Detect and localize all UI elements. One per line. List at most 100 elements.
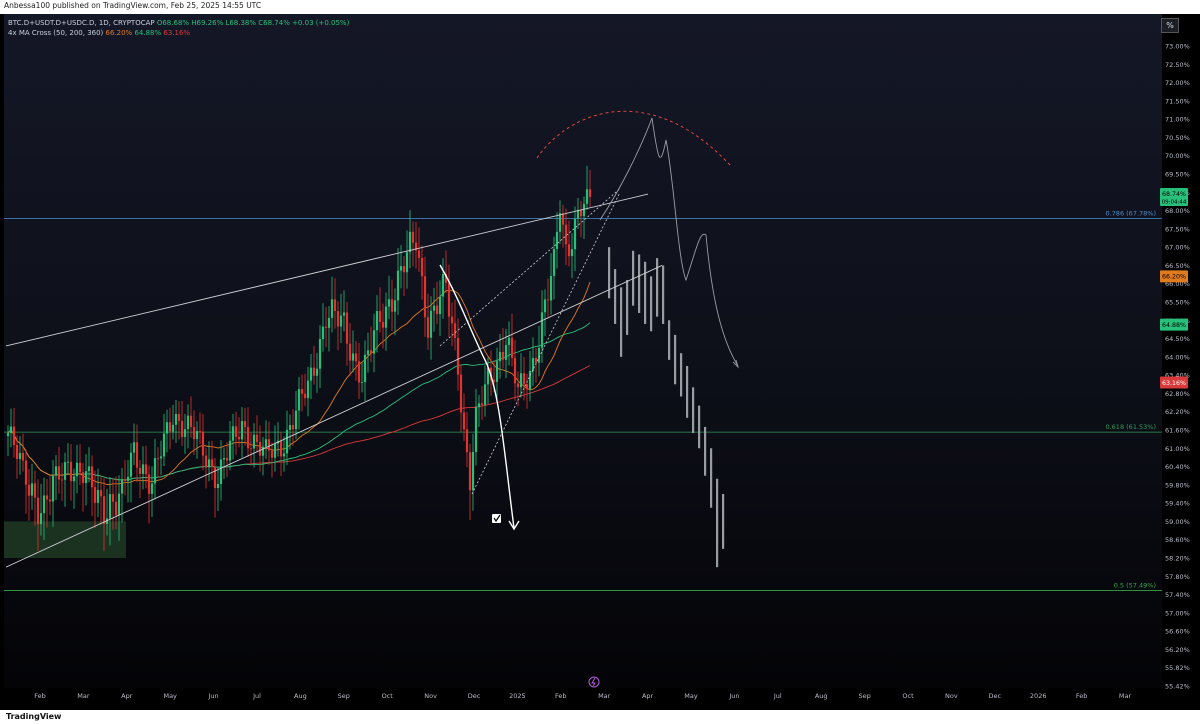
candle-body: [45, 495, 49, 500]
candle-body: [132, 442, 136, 453]
candle-body: [72, 476, 76, 482]
candle-body: [153, 458, 157, 484]
ohlc-values: O68.68% H69.26% L68.38% C68.74% +0.03 (+…: [156, 19, 350, 27]
x-tick-label: Mar: [77, 692, 90, 700]
candle-body: [411, 231, 415, 243]
candle-body: [366, 350, 370, 355]
price-chart[interactable]: 73.00% 72.50% 72.00% 71.50% 71.00% 70.50% 70.0…: [0, 0, 1200, 724]
candle-body: [207, 459, 211, 468]
candle-body: [159, 456, 163, 459]
candle-body: [540, 312, 544, 348]
candle-body: [231, 426, 235, 441]
projection-bar: [638, 254, 641, 313]
projection-bar: [668, 320, 671, 360]
candle-body: [189, 415, 193, 427]
candle-body: [108, 494, 112, 519]
candle-body: [315, 368, 319, 376]
candle-body: [255, 434, 259, 442]
candle-body: [93, 487, 97, 503]
candle-body: [321, 326, 325, 340]
y-tick-label: 58.60%: [1165, 536, 1190, 544]
y-tick-label: 71.50%: [1165, 97, 1190, 105]
candle-body: [384, 306, 388, 328]
x-tick-label: Sep: [338, 692, 350, 700]
candle-body: [252, 434, 256, 449]
fib-level-label: 0.618 (61.53%): [1105, 423, 1156, 431]
candle-body: [291, 425, 295, 430]
candle-body: [210, 459, 214, 468]
candle-body: [351, 353, 355, 361]
channel-line-lower: [471, 192, 621, 495]
candle-body: [87, 466, 91, 472]
x-tick-label: Apr: [121, 692, 133, 700]
candle-body: [369, 350, 373, 354]
x-tick-label: Aug: [815, 692, 828, 700]
candle-body: [270, 450, 274, 458]
candle-body: [447, 282, 451, 317]
candle-body: [99, 490, 103, 497]
candle-body: [354, 353, 358, 362]
candle-body: [273, 443, 277, 458]
candle-body: [30, 483, 34, 496]
fib-level-label: 0.5 (57.49%): [1114, 581, 1156, 589]
candle-body: [18, 452, 22, 460]
y-tick-label: 71.00%: [1165, 116, 1190, 124]
candle-body: [372, 330, 376, 354]
candle-body: [510, 337, 514, 358]
candle-body: [261, 446, 265, 456]
upper-trendline: [5, 193, 649, 347]
candle-body: [285, 429, 289, 454]
candle-body: [114, 501, 118, 516]
chart-legend: BTC.D+USDT.D+USDC.D, 1D, CRYPTOCAP O68.6…: [8, 18, 349, 38]
candle-body: [27, 484, 31, 496]
forecast-arrow: [439, 264, 515, 529]
x-tick-label: Mar: [598, 692, 611, 700]
y-tick-label: 59.80%: [1165, 481, 1190, 489]
last-price-value: 68.74%: [1162, 191, 1186, 198]
candle-body: [294, 410, 298, 430]
candle-body: [39, 513, 43, 525]
candle-body: [180, 420, 184, 437]
y-tick-label: 57.80%: [1165, 573, 1190, 581]
y-tick-label: 72.50%: [1165, 61, 1190, 69]
y-tick-label: 58.20%: [1165, 555, 1190, 563]
candle-body: [63, 462, 67, 480]
indicator-label[interactable]: 4x MA Cross (50, 200, 360): [8, 29, 103, 37]
candle-body: [48, 499, 52, 502]
candle-body: [102, 496, 106, 524]
x-tick-label: Nov: [945, 692, 958, 700]
candle-body: [243, 421, 247, 428]
candle-body: [177, 414, 181, 421]
candle-body: [126, 476, 130, 481]
percent-scale-button[interactable]: %: [1161, 18, 1179, 33]
y-tick-label: 65.50%: [1165, 299, 1190, 307]
projection-bar: [716, 478, 719, 568]
candle-body: [399, 266, 403, 271]
candle-body: [387, 299, 391, 307]
candle-body: [36, 497, 40, 525]
candle-body: [417, 250, 421, 258]
candle-body: [396, 270, 400, 301]
projection-bar: [620, 287, 623, 357]
candle-body: [519, 373, 523, 388]
candle-body: [234, 426, 238, 437]
candle-body: [435, 305, 439, 315]
candle-body: [558, 213, 562, 232]
candle-body: [69, 461, 73, 482]
y-tick-label: 70.50%: [1165, 134, 1190, 142]
x-tick-label: Dec: [989, 692, 1002, 700]
candle-body: [471, 451, 475, 491]
candle-body: [240, 421, 244, 440]
candle-body: [303, 393, 307, 399]
candle-body: [477, 403, 481, 408]
candle-body: [474, 407, 478, 452]
candle-body: [186, 415, 190, 430]
symbol-label[interactable]: BTC.D+USDT.D+USDC.D, 1D, CRYPTOCAP: [8, 19, 155, 27]
candle-body: [279, 440, 283, 457]
y-tick-label: 70.00%: [1165, 152, 1190, 160]
candle-body: [162, 433, 166, 457]
x-tick-label: Jun: [208, 692, 219, 700]
candle-body: [462, 412, 466, 430]
projection-bar: [722, 494, 725, 549]
candle-body: [330, 299, 334, 318]
